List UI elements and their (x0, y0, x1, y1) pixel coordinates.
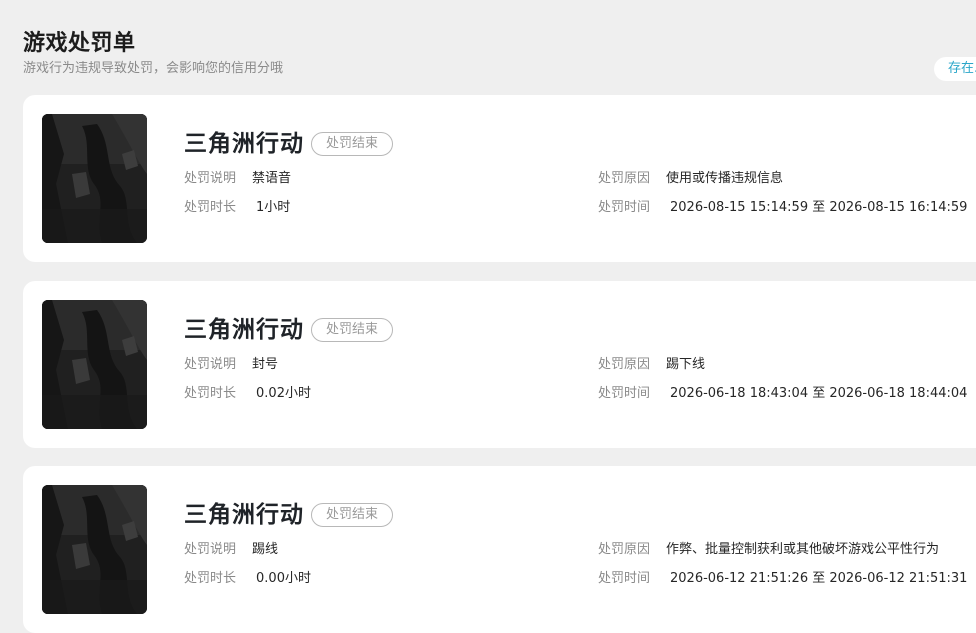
game-thumbnail (42, 485, 147, 614)
page-title: 游戏处罚单 (23, 31, 136, 56)
field-value: 1小时 (256, 200, 291, 215)
field-label: 处罚时间 (598, 571, 651, 586)
field-value: 禁语音 (252, 171, 292, 186)
status-badge: 处罚结束 (311, 318, 393, 342)
penalty-card[interactable]: 三角洲行动 处罚结束 处罚说明 踢线 处罚原因 作弊、批量控制获利或其他破坏游戏公平… (23, 466, 976, 633)
field-time: 处罚时间 2026-06-12 21:51:26 至 2026-06-12 21:… (598, 570, 967, 588)
field-value: 2026-06-18 18:43:04 至 2026-06-18 18:44:0… (670, 386, 968, 401)
game-cover-icon (42, 114, 147, 243)
field-value: 踢下线 (666, 357, 706, 372)
game-thumbnail (42, 114, 147, 243)
field-label: 处罚原因 (598, 542, 651, 557)
penalty-card[interactable]: 三角洲行动 处罚结束 处罚说明 禁语音 处罚原因 使用或传播违规信息 处罚时长 1小时… (23, 95, 976, 262)
status-badge: 处罚结束 (311, 132, 393, 156)
field-value: 2026-06-12 21:51:26 至 2026-06-12 21:51:3… (670, 571, 968, 586)
field-reason: 处罚原因 作弊、批量控制获利或其他破坏游戏公平性行为 (598, 541, 939, 559)
field-value: 踢线 (252, 542, 279, 557)
field-time: 处罚时间 2026-06-18 18:43:04 至 2026-06-18 18:… (598, 385, 967, 403)
game-title: 三角洲行动 (184, 317, 304, 343)
field-description: 处罚说明 禁语音 (184, 170, 291, 188)
game-cover-icon (42, 300, 147, 429)
field-label: 处罚时长 (184, 386, 237, 401)
penalty-card[interactable]: 三角洲行动 处罚结束 处罚说明 封号 处罚原因 踢下线 处罚时长 0.02小时 处罚时… (23, 281, 976, 448)
field-value: 使用或传播违规信息 (666, 171, 784, 186)
field-reason: 处罚原因 使用或传播违规信息 (598, 170, 783, 188)
field-duration: 处罚时长 0.02小时 (184, 385, 311, 403)
field-value: 2026-08-15 15:14:59 至 2026-08-15 16:14:5… (670, 200, 968, 215)
field-duration: 处罚时长 1小时 (184, 199, 290, 217)
field-reason: 处罚原因 踢下线 (598, 356, 705, 374)
field-label: 处罚原因 (598, 171, 651, 186)
field-value: 0.00小时 (256, 571, 311, 586)
field-value: 作弊、批量控制获利或其他破坏游戏公平性行为 (666, 542, 940, 557)
field-value: 0.02小时 (256, 386, 311, 401)
field-label: 处罚时间 (598, 386, 651, 401)
status-badge: 处罚结束 (311, 503, 393, 527)
field-time: 处罚时间 2026-08-15 15:14:59 至 2026-08-15 16:… (598, 199, 967, 217)
game-title: 三角洲行动 (184, 131, 304, 157)
field-label: 处罚时间 (598, 200, 651, 215)
field-value: 封号 (252, 357, 279, 372)
field-label: 处罚说明 (184, 542, 237, 557)
game-thumbnail (42, 300, 147, 429)
field-description: 处罚说明 踢线 (184, 541, 278, 559)
game-title: 三角洲行动 (184, 502, 304, 528)
page-subtitle: 游戏行为违规导致处罚，会影响您的信用分哦 (23, 61, 284, 76)
game-cover-icon (42, 485, 147, 614)
field-label: 处罚说明 (184, 171, 237, 186)
field-label: 处罚时长 (184, 200, 237, 215)
field-duration: 处罚时长 0.00小时 (184, 570, 311, 588)
field-label: 处罚说明 (184, 357, 237, 372)
field-description: 处罚说明 封号 (184, 356, 278, 374)
field-label: 处罚时长 (184, 571, 237, 586)
page-header: 游戏处罚单 游戏行为违规导致处罚，会影响您的信用分哦 (23, 30, 283, 78)
tag-pill-button[interactable]: 存在... (934, 57, 976, 81)
field-label: 处罚原因 (598, 357, 651, 372)
